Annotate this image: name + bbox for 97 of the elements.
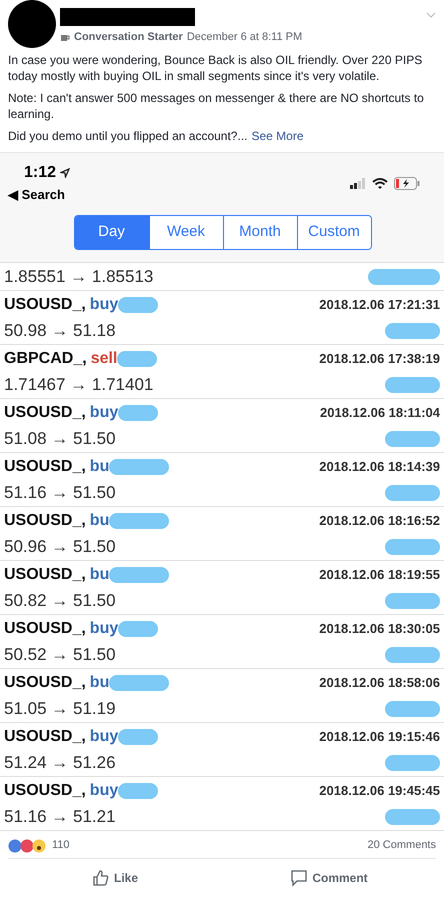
trade-time: 2018.12.06 18:30:05 [319,620,440,638]
price-change: 51.16 → 51.21 [4,806,116,828]
price-change: 51.05 → 51.19 [4,698,116,720]
trade-row[interactable]: USOUSD_, bu 2018.12.06 18:19:55 50.82 → 51.50 [0,561,444,615]
see-more-link[interactable]: See More [251,128,304,144]
trade-time: 2018.12.06 19:15:46 [319,728,440,746]
post-paragraph: In case you were wondering, Bounce Back is also OIL friendly. Over 220 PIPS today mostly with buying OIL in small segments since it's very volatile. [8,52,424,84]
redaction-mark [385,808,440,826]
trade-row[interactable]: USOUSD_, buy 2018.12.06 18:30:05 50.52 → 51.50 [0,615,444,669]
comment-button[interactable]: Comment [222,869,436,887]
trade-row[interactable]: USOUSD_, bu 2018.12.06 18:16:52 50.96 → 51.50 [0,507,444,561]
thumbs-up-icon [92,869,110,887]
redaction-mark [109,512,170,530]
trade-row[interactable]: GBPCAD_, sell 2018.12.06 17:38:19 1.71467 → 1.71401 [0,345,444,399]
trade-time: 2018.12.06 18:19:55 [319,566,440,584]
price-change: 51.24 → 51.26 [4,752,116,774]
post-date[interactable]: December 6 at 8:11 PM [186,29,302,46]
price-change: 50.82 → 51.50 [4,590,116,612]
redaction-mark [385,592,440,610]
trade-time: 2018.12.06 18:16:52 [319,512,440,530]
period-tab[interactable]: Week [148,216,222,248]
redaction-mark [118,728,158,746]
price-change: 50.96 → 51.50 [4,536,116,558]
speech-bubble-icon [290,869,308,887]
period-tab[interactable]: Day [74,216,148,248]
redaction-mark [109,566,170,584]
trade-symbol: USOUSD_, [4,294,86,314]
price-change: 50.98 → 51.18 [4,320,116,342]
trade-side: bu [90,564,110,584]
trade-symbol: USOUSD_, [4,456,86,476]
redaction-mark [385,322,440,340]
redaction-mark [385,538,440,556]
redaction-mark [117,350,158,368]
trade-time: 2018.12.06 19:45:45 [319,782,440,800]
trade-time: 2018.12.06 17:38:19 [319,350,440,368]
trade-symbol: USOUSD_, [4,402,86,422]
trade-symbol: USOUSD_, [4,726,86,746]
trade-symbol: USOUSD_, [4,672,86,692]
trade-row[interactable]: USOUSD_, bu 2018.12.06 18:58:06 51.05 → 51.19 [0,669,444,723]
trade-symbol: USOUSD_, [4,780,86,800]
post-paragraph: Note: I can't answer 500 messages on messenger & there are NO shortcuts to learning. [8,90,425,122]
period-tab[interactable]: Custom [296,216,370,248]
trade-side: bu [90,456,110,476]
status-time: 1:12 [24,163,56,183]
trade-symbol: USOUSD_, [4,564,86,584]
reaction-count[interactable]: 110 [52,837,70,854]
price-change: 50.52 → 51.50 [4,644,116,666]
trade-side: bu [90,672,110,692]
price-change: 51.08 → 51.50 [4,428,116,450]
trade-side: buy [90,402,118,422]
trade-side: buy [90,618,118,638]
trade-side: sell [90,348,118,368]
group-badge[interactable]: Conversation Starter [74,29,183,46]
redaction-mark [385,700,440,718]
trade-row[interactable]: USOUSD_, bu 2018.12.06 18:14:39 51.16 → 51.50 [0,453,444,507]
wifi-icon [372,178,388,190]
avatar[interactable] [8,0,56,48]
trade-time: 2018.12.06 18:11:04 [320,404,440,422]
redaction-mark [118,782,158,800]
trade-symbol: USOUSD_, [4,618,86,638]
redaction-mark [368,268,440,286]
redaction-mark [385,484,440,502]
trade-time: 2018.12.06 17:21:31 [319,296,440,314]
redaction-mark [118,404,158,422]
price-change: 1.85551 → 1.85513 [4,266,154,288]
redaction-mark [109,458,170,476]
redaction-mark [385,376,440,394]
trade-side: buy [90,780,118,800]
price-change: 51.16 → 51.50 [4,482,116,504]
trade-time: 2018.12.06 18:14:39 [319,458,440,476]
coffee-cup-icon [60,32,70,42]
back-to-search-link[interactable]: ◀ Search [8,185,70,204]
trade-symbol: GBPCAD_, [4,348,87,368]
trade-time: 2018.12.06 18:58:06 [319,674,440,692]
redaction-mark [385,430,440,448]
trade-row[interactable]: USOUSD_, buy 2018.12.06 19:15:46 51.24 → 51.26 [0,723,444,777]
redaction-mark [385,646,440,664]
period-tab[interactable]: Month [222,216,296,248]
trade-row[interactable]: USOUSD_, buy 2018.12.06 17:21:31 50.98 → 51.18 [0,291,444,345]
battery-charging-icon [394,177,420,190]
trade-side: bu [90,510,110,530]
trade-row[interactable]: USOUSD_, buy 2018.12.06 19:45:45 51.16 → 51.21 [0,777,444,831]
location-arrow-icon [60,168,70,178]
reaction-icons[interactable] [8,838,48,852]
redaction-mark [118,296,158,314]
trade-symbol: USOUSD_, [4,510,86,530]
redaction-mark [385,754,440,772]
trade-side: buy [90,294,118,314]
comments-count[interactable]: 20 Comments [368,837,436,854]
price-change: 1.71467 → 1.71401 [4,374,154,396]
redaction-mark [109,674,170,692]
signal-icon [350,178,366,189]
redaction-mark [118,620,158,638]
trade-side: buy [90,726,118,746]
post-paragraph: Did you demo until you flipped an account?... [8,128,248,144]
trade-row[interactable]: USOUSD_, buy 2018.12.06 18:11:04 51.08 → 51.50 [0,399,444,453]
like-button[interactable]: Like [8,869,222,887]
